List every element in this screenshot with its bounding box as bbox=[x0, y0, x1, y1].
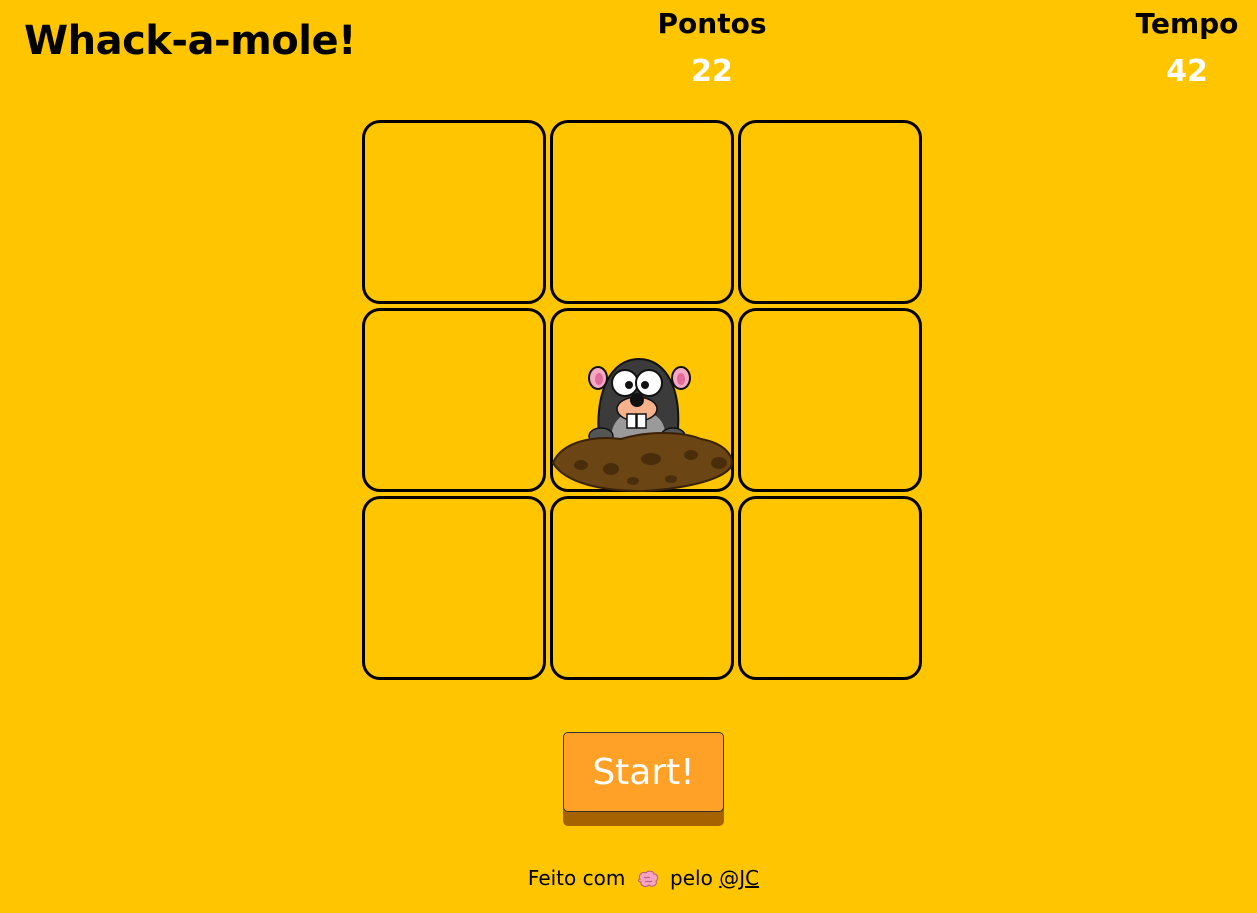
author-link[interactable]: @JC bbox=[719, 866, 759, 890]
hole-3[interactable] bbox=[738, 120, 922, 304]
time-label: Tempo bbox=[1135, 7, 1239, 40]
hole-5[interactable] bbox=[550, 308, 734, 493]
score-label: Pontos bbox=[657, 7, 767, 40]
hole-1[interactable] bbox=[362, 120, 546, 304]
hole-2[interactable] bbox=[550, 120, 734, 304]
timer-display: Tempo 42 bbox=[1107, 4, 1257, 100]
game-board bbox=[362, 120, 922, 680]
game-title: Whack-a-mole! bbox=[24, 18, 356, 64]
footer-middle: pelo bbox=[670, 866, 713, 890]
hole-9[interactable] bbox=[738, 496, 922, 680]
time-value: 42 bbox=[1166, 54, 1208, 89]
hole-7[interactable] bbox=[362, 496, 546, 680]
footer: Feito com pelo @JC bbox=[0, 866, 1257, 890]
score-display: Pontos 22 bbox=[632, 4, 792, 100]
mole-icon[interactable] bbox=[551, 351, 735, 496]
footer-prefix: Feito com bbox=[527, 866, 626, 890]
hole-8[interactable] bbox=[550, 496, 734, 680]
hole-6[interactable] bbox=[738, 308, 922, 492]
start-button[interactable]: Start! bbox=[563, 732, 724, 812]
hole-4[interactable] bbox=[362, 308, 546, 492]
brain-icon bbox=[637, 870, 658, 887]
score-value: 22 bbox=[691, 54, 733, 89]
